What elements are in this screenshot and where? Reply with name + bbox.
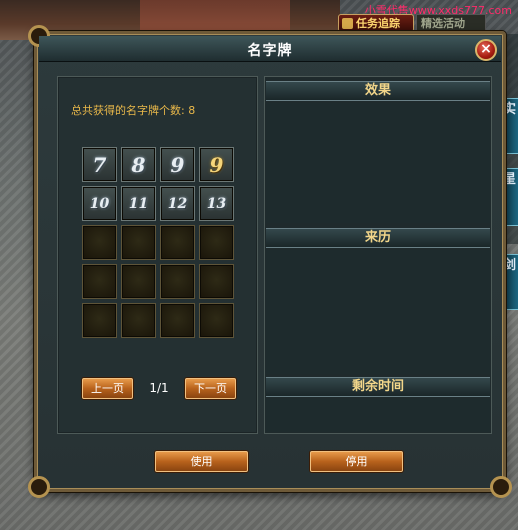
origin-header: 来历 bbox=[266, 228, 490, 248]
effect-header: 效果 bbox=[266, 81, 490, 101]
use-button[interactable]: 使用 bbox=[155, 451, 248, 472]
remaining-time-header: 剩余时间 bbox=[266, 377, 490, 397]
name-plate-item[interactable]: 11 bbox=[121, 186, 156, 221]
featured-activity-tab[interactable]: 精选活动 bbox=[416, 14, 486, 32]
title-bar[interactable]: 名字牌 × bbox=[39, 36, 501, 62]
empty-slot[interactable] bbox=[82, 264, 117, 299]
name-plate-detail-panel: 效果 来历 剩余时间 bbox=[264, 76, 492, 434]
name-plate-item[interactable]: 13 bbox=[199, 186, 234, 221]
empty-slot[interactable] bbox=[121, 303, 156, 338]
pager: 上一页 1/1 下一页 bbox=[82, 378, 237, 400]
prev-page-button[interactable]: 上一页 bbox=[82, 378, 133, 399]
empty-slot[interactable] bbox=[121, 225, 156, 260]
name-plate-grid: 7 8 9 9 10 11 12 13 bbox=[82, 147, 234, 338]
empty-slot[interactable] bbox=[160, 225, 195, 260]
remaining-time-content bbox=[266, 399, 490, 432]
origin-content bbox=[266, 250, 490, 374]
name-plate-item[interactable]: 8 bbox=[121, 147, 156, 182]
empty-slot[interactable] bbox=[160, 303, 195, 338]
effect-content bbox=[266, 103, 490, 223]
name-plate-item[interactable]: 7 bbox=[82, 147, 117, 182]
name-plate-inventory-panel: 总共获得的名字牌个数: 8 7 8 9 9 10 11 12 13 上一页 1/1 下一页 bbox=[57, 76, 258, 434]
total-count-label: 总共获得的名字牌个数: 8 bbox=[71, 104, 196, 117]
empty-slot[interactable] bbox=[199, 264, 234, 299]
next-page-button[interactable]: 下一页 bbox=[185, 378, 236, 399]
page-indicator: 1/1 bbox=[149, 381, 169, 395]
scene-roof-banner bbox=[140, 0, 290, 34]
quest-icon bbox=[342, 17, 353, 29]
name-plate-item[interactable]: 10 bbox=[82, 186, 117, 221]
name-plate-item[interactable]: 9 bbox=[199, 147, 234, 182]
frame-corner-ornament bbox=[490, 476, 512, 498]
quest-tab-label: 任务追踪 bbox=[356, 17, 400, 30]
name-plate-item[interactable]: 12 bbox=[160, 186, 195, 221]
frame-corner-ornament bbox=[28, 476, 50, 498]
name-plate-item[interactable]: 9 bbox=[160, 147, 195, 182]
empty-slot[interactable] bbox=[82, 303, 117, 338]
close-button[interactable]: × bbox=[475, 39, 497, 61]
quest-tracking-tab[interactable]: 任务追踪 bbox=[338, 14, 414, 32]
empty-slot[interactable] bbox=[82, 225, 117, 260]
name-plate-dialog: 名字牌 × 总共获得的名字牌个数: 8 7 8 9 9 10 11 12 13 上一页 1/1… bbox=[28, 25, 512, 498]
disable-button[interactable]: 停用 bbox=[310, 451, 403, 472]
empty-slot[interactable] bbox=[160, 264, 195, 299]
empty-slot[interactable] bbox=[121, 264, 156, 299]
close-icon: × bbox=[480, 41, 492, 57]
empty-slot[interactable] bbox=[199, 225, 234, 260]
dialog-title: 名字牌 bbox=[247, 43, 293, 59]
empty-slot[interactable] bbox=[199, 303, 234, 338]
